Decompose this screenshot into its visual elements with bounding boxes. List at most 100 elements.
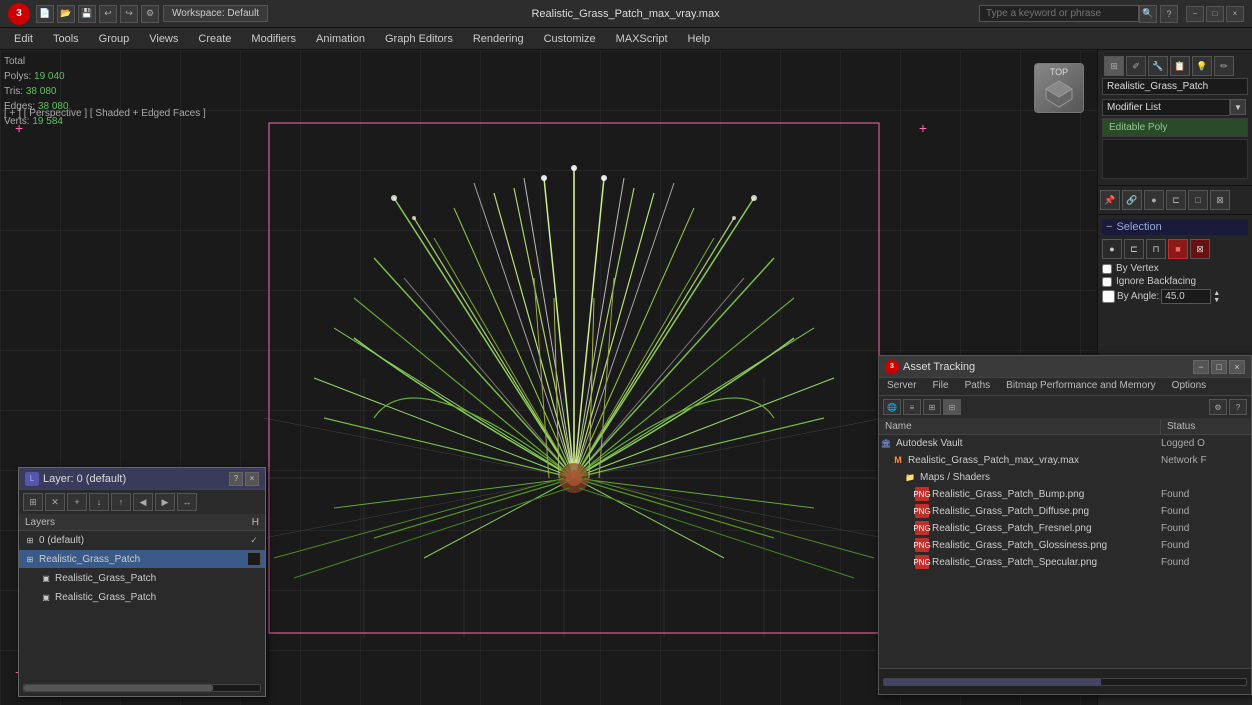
ld-grass-box[interactable] [247,552,261,566]
ld-row-default[interactable]: ⊞ 0 (default) ✓ [19,531,265,550]
at-row-fresnel[interactable]: PNG Realistic_Grass_Patch_Fresnel.png Fo… [879,520,1251,537]
corner-marker-tr: + [919,120,927,136]
at-row-bump[interactable]: PNG Realistic_Grass_Patch_Bump.png Found [879,486,1251,503]
at-diffuse-name: Realistic_Grass_Patch_Diffuse.png [932,506,1161,517]
at-row-glossiness[interactable]: PNG Realistic_Grass_Patch_Glossiness.png… [879,537,1251,554]
at-help-icon-btn[interactable]: ? [1229,399,1247,415]
ld-move-down-btn[interactable]: ↓ [89,493,109,511]
ld-expand-btn[interactable]: ↔ [177,493,197,511]
element-btn[interactable]: ⊠ [1210,190,1230,210]
ld-question-btn[interactable]: ? [229,472,243,486]
ld-add-btn[interactable]: + [67,493,87,511]
panel-icon-row: ⊞ ✐ 🔧 📋 💡 ✏ [1102,54,1248,78]
at-row-specular[interactable]: PNG Realistic_Grass_Patch_Specular.png F… [879,554,1251,571]
vertex-btn[interactable]: ● [1144,190,1164,210]
at-menu-server[interactable]: Server [879,378,924,395]
settings-icon[interactable]: ⚙ [141,5,159,23]
ld-close-btn[interactable]: × [245,472,259,486]
save-button[interactable]: 💾 [78,5,96,23]
by-vertex-row: By Vertex [1102,263,1248,274]
menu-edit[interactable]: Edit [4,31,43,47]
at-globe-btn[interactable]: 🌐 [883,399,901,415]
modifier-editable-poly[interactable]: Editable Poly [1102,118,1248,137]
hierarchy-tab[interactable]: 📋 [1170,56,1190,76]
close-button[interactable]: × [1226,6,1244,22]
menu-animation[interactable]: Animation [306,31,375,47]
search-icon[interactable]: 🔍 [1139,5,1157,23]
at-menu-file[interactable]: File [924,378,956,395]
redo-button[interactable]: ↪ [120,5,138,23]
at-minimize-btn[interactable]: − [1193,360,1209,374]
ld-layers-icon-btn[interactable]: ⊞ [23,493,43,511]
minimize-button[interactable]: − [1186,6,1204,22]
maximize-button[interactable]: □ [1206,6,1224,22]
at-menu-bitmap[interactable]: Bitmap Performance and Memory [998,378,1164,395]
at-maximize-btn[interactable]: □ [1211,360,1227,374]
at-row-max[interactable]: M Realistic_Grass_Patch_max_vray.max Net… [879,452,1251,469]
create-tab[interactable]: ✏ [1214,56,1234,76]
face-btn[interactable]: □ [1188,190,1208,210]
ld-row-sub2[interactable]: ▣ Realistic_Grass_Patch [19,588,265,607]
modifier-list-arrow[interactable]: ▼ [1230,99,1246,115]
menu-modifiers[interactable]: Modifiers [241,31,306,47]
modifier-list-dropdown[interactable]: Modifier List [1102,99,1230,116]
utilities-tab[interactable]: 💡 [1192,56,1212,76]
at-settings-btn[interactable]: ⚙ [1209,399,1227,415]
ld-select-next-btn[interactable]: ▶ [155,493,175,511]
selection-collapse-btn[interactable]: − [1106,221,1112,233]
sel-poly-icon[interactable]: ■ [1168,239,1188,259]
link-btn[interactable]: 🔗 [1122,190,1142,210]
modify-tab[interactable]: 🔧 [1148,56,1168,76]
sel-vertex-icon[interactable]: ● [1102,239,1122,259]
open-button[interactable]: 📂 [57,5,75,23]
viewcube[interactable]: TOP [1029,58,1089,118]
ignore-backfacing-checkbox[interactable] [1102,277,1112,287]
at-menu-paths[interactable]: Paths [957,378,999,395]
at-grid-btn[interactable]: ⊞ [923,399,941,415]
display-tab[interactable]: ⊞ [1104,56,1124,76]
edge-btn[interactable]: ⊏ [1166,190,1186,210]
new-button[interactable]: 📄 [36,5,54,23]
menu-help[interactable]: Help [678,31,721,47]
sel-edge-icon[interactable]: ⊏ [1124,239,1144,259]
undo-button[interactable]: ↩ [99,5,117,23]
menu-tools[interactable]: Tools [43,31,89,47]
by-angle-checkbox[interactable] [1102,290,1115,303]
at-fresnel-status: Found [1161,523,1251,534]
ld-row-grass[interactable]: ⊞ Realistic_Grass_Patch [19,550,265,569]
pin-btn[interactable]: 📌 [1100,190,1120,210]
by-vertex-checkbox[interactable] [1102,264,1112,274]
at-list-btn[interactable]: ≡ [903,399,921,415]
menu-views[interactable]: Views [139,31,188,47]
sel-border-icon[interactable]: ⊓ [1146,239,1166,259]
menu-rendering[interactable]: Rendering [463,31,534,47]
stats-polys: Polys: 19 040 [4,69,69,84]
object-name-field[interactable] [1102,78,1248,95]
angle-value-input[interactable] [1161,289,1211,304]
search-input[interactable] [979,5,1139,22]
workspace-selector[interactable]: Workspace: Default [163,5,268,22]
menu-create[interactable]: Create [188,31,241,47]
viewcube-face[interactable]: TOP [1034,63,1084,113]
at-row-folder[interactable]: 📁 Maps / Shaders [879,469,1251,486]
menu-graph-editors[interactable]: Graph Editors [375,31,463,47]
motion-tab[interactable]: ✐ [1126,56,1146,76]
at-table-btn[interactable]: ⊟ [943,399,961,415]
ld-scrollbar[interactable] [23,684,261,692]
ld-select-prev-btn[interactable]: ◀ [133,493,153,511]
ld-col-layers: Layers [25,517,252,528]
ld-delete-btn[interactable]: ✕ [45,493,65,511]
angle-spinner[interactable]: ▲▼ [1213,290,1220,304]
ld-row-sub1[interactable]: ▣ Realistic_Grass_Patch [19,569,265,588]
at-row-vault[interactable]: 🏛 Autodesk Vault Logged O [879,435,1251,452]
ld-move-up-btn[interactable]: ↑ [111,493,131,511]
at-close-btn[interactable]: × [1229,360,1245,374]
menu-group[interactable]: Group [89,31,140,47]
help-icon[interactable]: ? [1160,5,1178,23]
at-menu-options[interactable]: Options [1164,378,1214,395]
sel-element-icon[interactable]: ⊠ [1190,239,1210,259]
at-logo: 3 [885,360,899,374]
at-row-diffuse[interactable]: PNG Realistic_Grass_Patch_Diffuse.png Fo… [879,503,1251,520]
menu-maxscript[interactable]: MAXScript [606,31,678,47]
menu-customize[interactable]: Customize [534,31,606,47]
